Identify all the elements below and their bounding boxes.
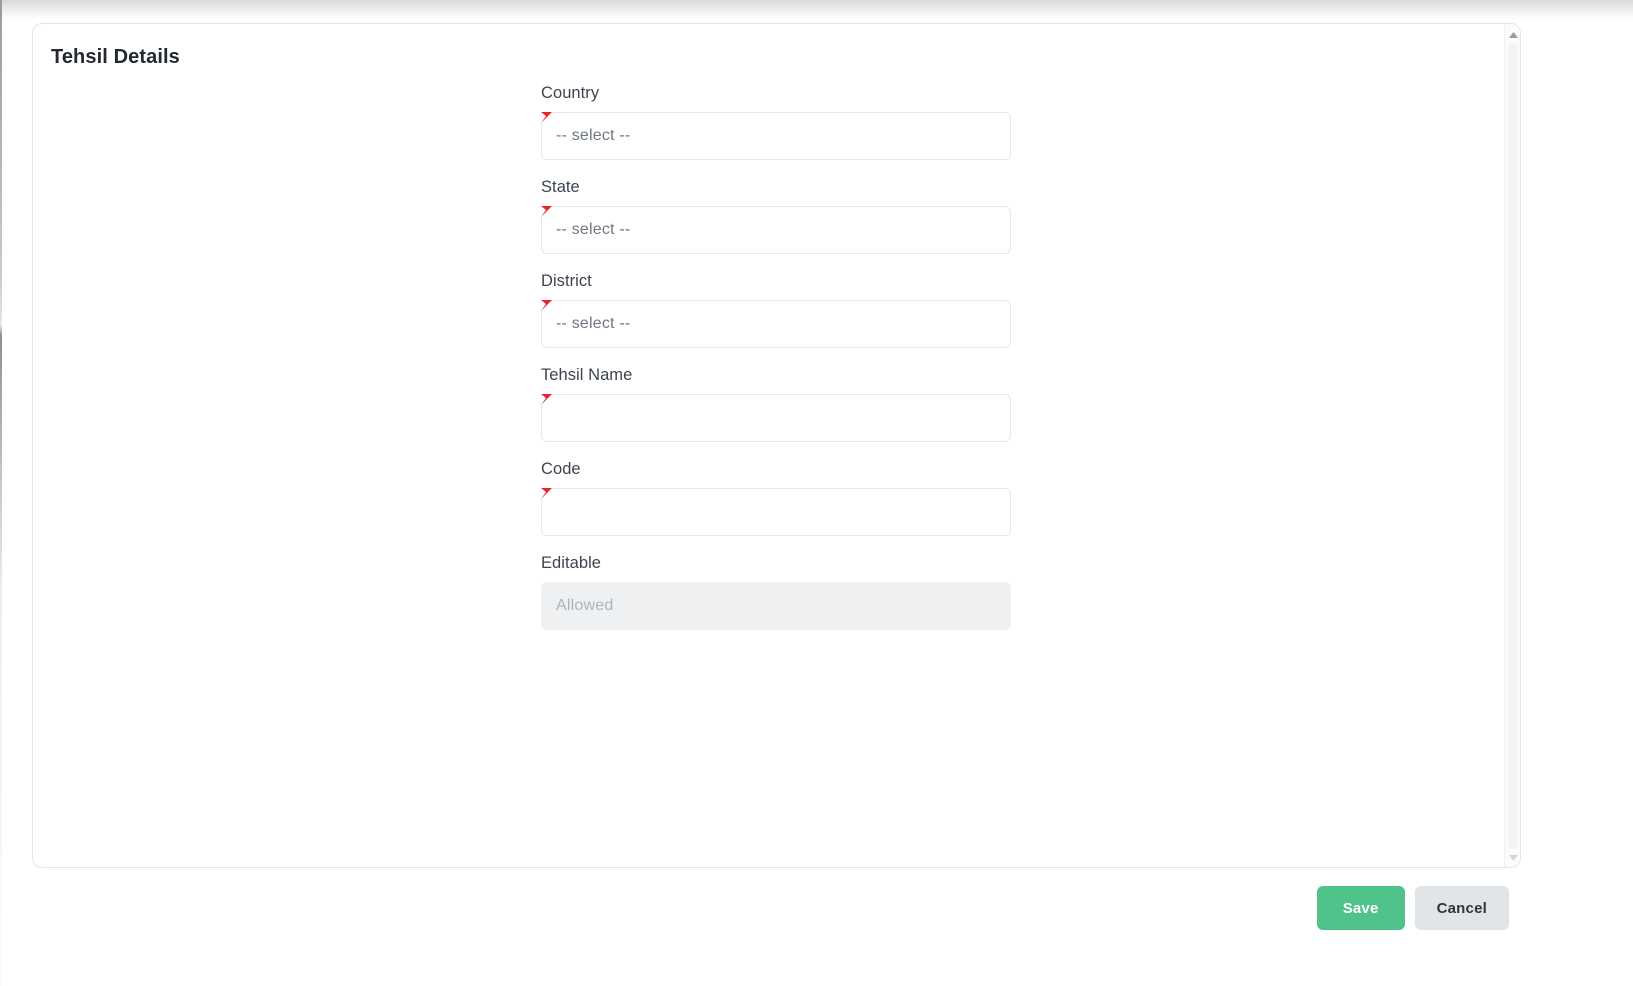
viewport-top-gradient [0,0,1633,20]
footer-button-row: Save Cancel [1316,886,1509,930]
value-district: -- select -- [556,315,631,332]
tehsil-details-form: Country -- select -- State -- select -- Dist… [541,84,1011,630]
input-tehsil-name[interactable] [541,394,1011,442]
select-country[interactable]: -- select -- [541,112,1011,160]
scrollbar-thumb[interactable] [1508,43,1518,849]
field-label-editable: Editable [541,554,602,572]
required-marker-icon [541,206,553,218]
viewport-left-edge-rule [0,0,2,986]
field-label-code: Code [541,460,581,478]
required-marker-icon [541,394,553,406]
field-label-state: State [541,178,580,196]
form-footer: Save Cancel [32,872,1521,944]
field-label-district: District [541,272,592,290]
required-marker-icon [541,112,553,124]
cancel-button[interactable]: Cancel [1414,886,1509,930]
select-district[interactable]: -- select -- [541,300,1011,348]
required-marker-icon [541,488,553,500]
save-button[interactable]: Save [1316,886,1405,930]
select-state[interactable]: -- select -- [541,206,1011,254]
value-country: -- select -- [556,127,631,144]
field-state: State -- select -- [541,178,1011,254]
field-label-country: Country [541,84,600,102]
value-editable: Allowed [556,597,614,614]
value-state: -- select -- [556,221,631,238]
field-editable: Editable Allowed [541,554,1011,630]
field-label-tehsil-name: Tehsil Name [541,366,633,384]
field-tehsil-name: Tehsil Name [541,366,1011,442]
input-code[interactable] [541,488,1011,536]
page-title: Tehsil Details [51,46,180,68]
required-marker-icon [541,300,553,312]
card-vertical-scrollbar[interactable] [1504,24,1520,867]
scrollbar-down-arrow[interactable] [1505,850,1520,866]
field-district: District -- select -- [541,272,1011,348]
scrollbar-up-arrow[interactable] [1505,27,1520,43]
field-country: Country -- select -- [541,84,1011,160]
input-editable: Allowed [541,582,1011,630]
field-code: Code [541,460,1011,536]
tehsil-details-card: Tehsil Details Country -- select -- State -… [32,23,1521,868]
